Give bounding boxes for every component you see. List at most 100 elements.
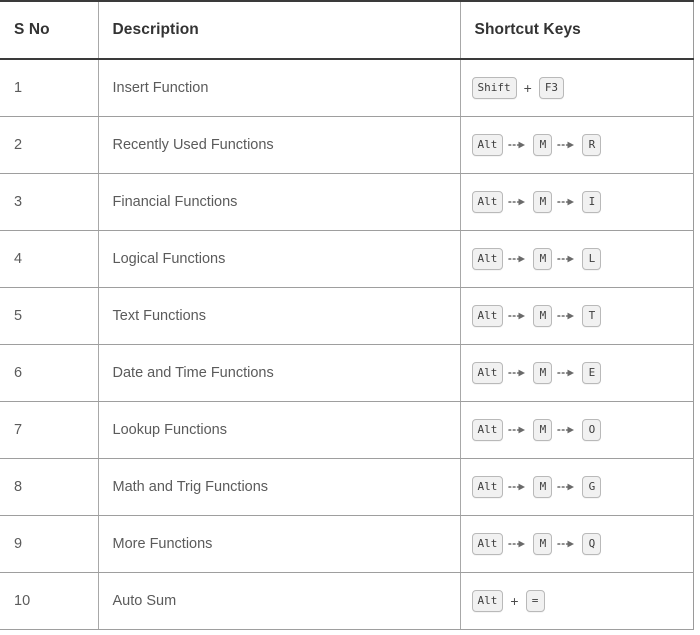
key-cap: I (582, 190, 602, 213)
key-cap: F3 (538, 76, 565, 99)
key-sequence: Alt M G (471, 475, 693, 498)
key-sequence: Alt M R (471, 133, 693, 156)
cell-description: Text Functions (98, 287, 461, 345)
plus-separator: + (510, 592, 519, 609)
column-header-sno: S No (0, 1, 99, 60)
cell-serial-number: 9 (0, 515, 99, 573)
table-row: 2 Recently Used Functions Alt M R (0, 116, 693, 174)
key-cap: Q (582, 532, 602, 555)
key-cap: M (533, 361, 553, 384)
dashed-arrow-icon (503, 425, 533, 435)
cell-serial-number: 3 (0, 173, 99, 231)
key-cap: M (533, 304, 553, 327)
key-sequence: Alt M O (471, 418, 693, 441)
cell-description: Recently Used Functions (98, 116, 461, 174)
cell-serial-number: 4 (0, 230, 99, 288)
key-cap: Alt (471, 190, 504, 213)
shortcut-keys-table: S No Description Shortcut Keys 1 Insert F… (0, 0, 694, 630)
cell-shortcut-keys: Shift + F3 (460, 59, 693, 117)
key-cap: Alt (471, 475, 504, 498)
cell-serial-number: 2 (0, 116, 99, 174)
key-cap: O (582, 418, 602, 441)
cell-shortcut-keys: Alt M R (460, 116, 693, 174)
cell-description: Lookup Functions (98, 401, 461, 459)
key-sequence: Alt M T (471, 304, 693, 327)
cell-description: More Functions (98, 515, 461, 573)
key-cap: Alt (471, 589, 504, 612)
key-cap: L (582, 247, 602, 270)
dashed-arrow-icon (552, 197, 582, 207)
dashed-arrow-icon (552, 254, 582, 264)
table-row: 10 Auto Sum Alt + = (0, 572, 693, 630)
key-cap: Shift (471, 76, 517, 99)
cell-serial-number: 1 (0, 59, 99, 117)
key-cap: Alt (471, 247, 504, 270)
key-cap: M (533, 247, 553, 270)
cell-shortcut-keys: Alt M T (460, 287, 693, 345)
cell-serial-number: 6 (0, 344, 99, 402)
key-cap: G (582, 475, 602, 498)
key-cap: M (533, 133, 553, 156)
cell-shortcut-keys: Alt M L (460, 230, 693, 288)
key-cap: M (533, 475, 553, 498)
key-cap: Alt (471, 133, 504, 156)
key-cap: Alt (471, 361, 504, 384)
key-cap: R (582, 133, 602, 156)
cell-shortcut-keys: Alt M Q (460, 515, 693, 573)
cell-shortcut-keys: Alt M E (460, 344, 693, 402)
dashed-arrow-icon (552, 425, 582, 435)
dashed-arrow-icon (552, 368, 582, 378)
key-cap: Alt (471, 532, 504, 555)
dashed-arrow-icon (503, 482, 533, 492)
dashed-arrow-icon (552, 311, 582, 321)
cell-serial-number: 10 (0, 572, 99, 630)
dashed-arrow-icon (503, 368, 533, 378)
key-sequence: Alt + = (471, 589, 693, 612)
key-cap: = (525, 589, 545, 612)
key-sequence: Alt M I (471, 190, 693, 213)
cell-description: Date and Time Functions (98, 344, 461, 402)
key-cap: M (533, 532, 553, 555)
key-sequence: Alt M E (471, 361, 693, 384)
cell-description: Auto Sum (98, 572, 461, 630)
cell-shortcut-keys: Alt + = (460, 572, 693, 630)
key-cap: Alt (471, 418, 504, 441)
table-row: 9 More Functions Alt M Q (0, 515, 693, 573)
column-header-description: Description (98, 1, 461, 60)
dashed-arrow-icon (503, 539, 533, 549)
table-row: 1 Insert Function Shift + F3 (0, 59, 693, 117)
cell-serial-number: 7 (0, 401, 99, 459)
dashed-arrow-icon (503, 197, 533, 207)
table-row: 3 Financial Functions Alt M I (0, 173, 693, 231)
key-sequence: Alt M L (471, 247, 693, 270)
key-cap: Alt (471, 304, 504, 327)
cell-serial-number: 5 (0, 287, 99, 345)
key-cap: E (582, 361, 602, 384)
cell-description: Financial Functions (98, 173, 461, 231)
cell-description: Logical Functions (98, 230, 461, 288)
table-body: 1 Insert Function Shift + F3 2 Recently Used F… (0, 59, 693, 630)
key-cap: T (582, 304, 602, 327)
key-cap: M (533, 418, 553, 441)
cell-description: Math and Trig Functions (98, 458, 461, 516)
table-row: 4 Logical Functions Alt M L (0, 230, 693, 288)
key-sequence: Shift + F3 (471, 76, 693, 99)
cell-serial-number: 8 (0, 458, 99, 516)
key-cap: M (533, 190, 553, 213)
cell-shortcut-keys: Alt M O (460, 401, 693, 459)
table-row: 5 Text Functions Alt M T (0, 287, 693, 345)
table-row: 8 Math and Trig Functions Alt M G (0, 458, 693, 516)
plus-separator: + (523, 79, 532, 96)
table-row: 7 Lookup Functions Alt M O (0, 401, 693, 459)
table-header: S No Description Shortcut Keys (0, 1, 693, 60)
cell-shortcut-keys: Alt M G (460, 458, 693, 516)
dashed-arrow-icon (552, 140, 582, 150)
dashed-arrow-icon (503, 140, 533, 150)
cell-shortcut-keys: Alt M I (460, 173, 693, 231)
dashed-arrow-icon (503, 254, 533, 264)
table-row: 6 Date and Time Functions Alt M E (0, 344, 693, 402)
column-header-shortcut-keys: Shortcut Keys (460, 1, 693, 60)
dashed-arrow-icon (503, 311, 533, 321)
cell-description: Insert Function (98, 59, 461, 117)
table-header-row: S No Description Shortcut Keys (0, 1, 693, 60)
